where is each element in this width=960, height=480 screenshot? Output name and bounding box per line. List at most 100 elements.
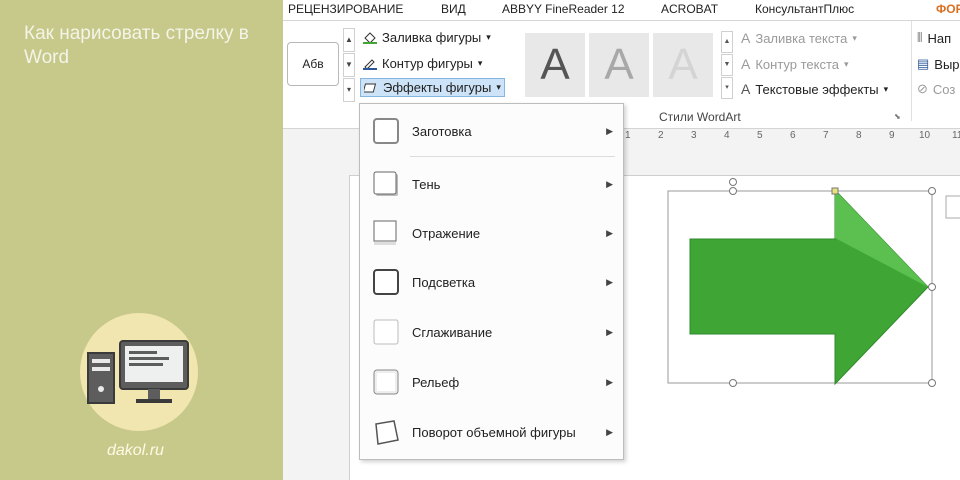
more-icon[interactable]: ▾ [721,77,733,99]
shape-outline-label: Контур фигуры [382,56,473,71]
soft-edges-icon [373,319,399,345]
text-outline-button[interactable]: A Контур текста ▾ [741,56,849,72]
shape-fill-label: Заливка фигуры [382,30,482,45]
glow-icon [373,269,399,295]
scroll-up-icon[interactable]: ▲ [721,31,733,53]
menu-item-label: Рельеф [412,374,460,390]
resize-handle[interactable] [928,379,936,387]
shape-effects-button[interactable]: Эффекты фигуры ▾ [360,78,505,97]
layout-options-icon[interactable] [945,195,960,219]
word-window: РЕЦЕНЗИРОВАНИЕ ВИД ABBYY FineReader 12 A… [283,0,960,480]
reflection-icon [373,220,397,245]
style-gallery-scroll: ▲ ▼ ▾ [343,28,355,102]
computer-icon [87,340,189,404]
text-a-icon: A [741,30,751,46]
submenu-arrow-icon: ▶ [606,426,613,437]
scroll-up-icon[interactable]: ▲ [343,28,355,52]
ruler-tick: 4 [724,130,730,141]
wordart-style-3[interactable]: A [653,33,713,97]
shape-effects-icon [364,83,377,92]
wordart-gallery-scroll: ▲ ▼ ▾ [721,31,733,99]
menu-item-label: Поворот объемной фигуры [412,424,576,440]
direction-label: Нап [927,30,952,46]
text-effects-icon: A [741,81,751,97]
resize-handle[interactable] [729,379,737,387]
3d-rotation-icon [375,420,399,445]
ruler-tick: 3 [691,130,697,141]
menu-item-reflection[interactable]: Отражение ▶ [360,211,623,255]
shape-style-preview[interactable]: Абв [287,42,339,86]
text-direction-icon: ⫴ [917,30,923,45]
text-fill-button[interactable]: A Заливка текста ▾ [741,30,857,46]
menu-separator [410,156,615,157]
dialog-launcher-icon[interactable]: ⬊ [894,112,901,121]
ruler-tick: 7 [823,130,829,141]
brand-panel: Как нарисовать стрелку в Word dakol.ru [0,0,283,480]
submenu-arrow-icon: ▶ [606,125,613,136]
tab-abbyy[interactable]: ABBYY FineReader 12 [502,2,625,16]
preset-icon [373,118,399,144]
link-button[interactable]: ⊘ Соз [917,81,955,97]
submenu-arrow-icon: ▶ [606,276,613,287]
shape-outline-button[interactable]: Контур фигуры ▾ [363,56,482,71]
site-name: dakol.ru [107,442,164,459]
scroll-down-icon[interactable]: ▼ [343,53,355,77]
direction-button[interactable]: ⫴ Нап [917,30,951,46]
ruler-tick: 6 [790,130,796,141]
submenu-arrow-icon: ▶ [606,326,613,337]
tab-view[interactable]: ВИД [441,2,466,16]
ruler-tick: 9 [889,130,895,141]
pencil-icon [363,58,377,70]
menu-item-glow[interactable]: Подсветка ▶ [360,260,623,304]
menu-item-preset[interactable]: Заготовка ▶ [360,109,623,153]
text-effects-button[interactable]: A Текстовые эффекты ▾ [741,81,888,97]
scroll-down-icon[interactable]: ▼ [721,54,733,76]
text-fill-label: Заливка текста [755,30,848,46]
submenu-arrow-icon: ▶ [606,178,613,189]
link-icon: ⊘ [917,81,928,96]
submenu-arrow-icon: ▶ [606,376,613,387]
article-title: Как нарисовать стрелку в Word [24,23,249,68]
ruler-tick: 1 [625,130,631,141]
wordart-gallery: A A A [525,33,720,101]
adjust-handle[interactable] [831,187,839,195]
paint-bucket-icon [363,31,377,44]
resize-handle[interactable] [928,283,936,291]
ruler-tick: 2 [658,130,664,141]
group-divider [911,21,912,121]
ruler-tick: 5 [757,130,763,141]
menu-item-label: Тень [412,176,441,192]
tab-format[interactable]: ФОР [936,2,960,16]
menu-item-label: Заготовка [412,123,472,139]
menu-item-label: Сглаживание [412,324,493,340]
tab-consultant[interactable]: КонсультантПлюс [755,2,854,16]
menu-item-soft-edges[interactable]: Сглаживание ▶ [360,310,623,354]
menu-item-shadow[interactable]: Тень ▶ [360,162,623,206]
text-effects-label: Текстовые эффекты [755,81,879,97]
more-icon[interactable]: ▾ [343,78,355,102]
ruler-tick: 10 [919,130,931,141]
align-label: Выр [934,56,960,72]
menu-item-bevel[interactable]: Рельеф ▶ [360,360,623,404]
tab-acrobat[interactable]: ACROBAT [661,2,718,16]
bevel-icon [373,369,399,395]
ribbon-tabs: РЕЦЕНЗИРОВАНИЕ ВИД ABBYY FineReader 12 A… [283,0,960,21]
shape-fill-button[interactable]: Заливка фигуры ▾ [363,30,491,45]
link-label: Соз [932,81,956,97]
tab-review[interactable]: РЕЦЕНЗИРОВАНИЕ [288,2,403,16]
resize-handle[interactable] [928,187,936,195]
wordart-group-label: Стили WordArt [659,110,741,124]
resize-handle[interactable] [729,187,737,195]
menu-item-label: Отражение [412,225,481,241]
wordart-style-1[interactable]: A [525,33,585,97]
rotate-handle[interactable] [729,178,737,186]
shape-effects-label: Эффекты фигуры [383,80,492,95]
menu-item-3d-rotation[interactable]: Поворот объемной фигуры ▶ [360,410,623,454]
submenu-arrow-icon: ▶ [606,227,613,238]
shape-effects-menu: Заготовка ▶ Тень ▶ Отражение ▶ Подсветка… [359,103,624,460]
shadow-icon [373,171,398,196]
align-button[interactable]: ▤ Выр [917,56,960,72]
wordart-style-2[interactable]: A [589,33,649,97]
ruler-tick: 11 [952,130,960,141]
text-outline-icon: A [741,56,751,72]
